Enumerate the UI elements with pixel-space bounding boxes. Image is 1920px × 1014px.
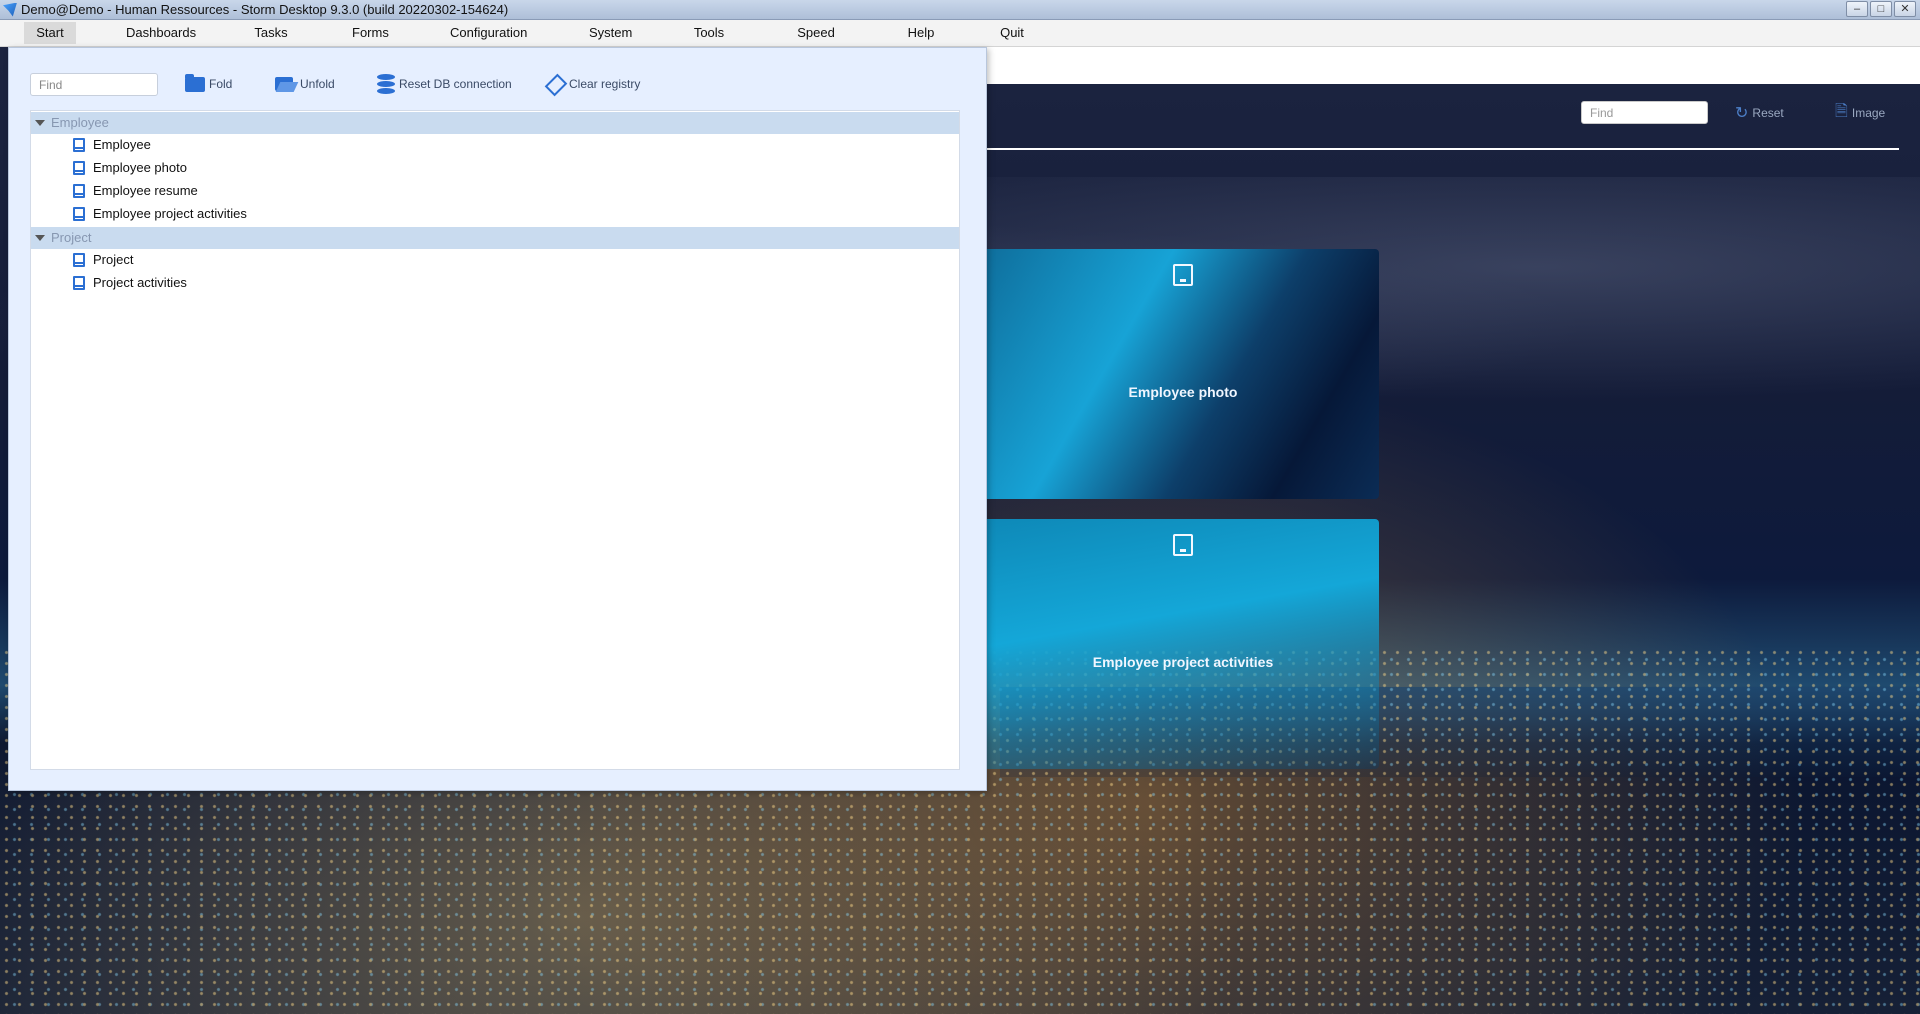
- main-reset-label: Reset: [1752, 106, 1784, 120]
- tree-item-employee-photo[interactable]: Employee photo: [73, 157, 187, 179]
- main-image-label: Image: [1851, 106, 1886, 120]
- tile-employee-project-activities[interactable]: Employee project activities: [987, 519, 1379, 769]
- menu-forms[interactable]: Forms: [348, 22, 392, 44]
- group-label: Project: [51, 230, 92, 245]
- tree-item-employee[interactable]: Employee: [73, 134, 151, 156]
- eraser-icon: [545, 77, 565, 91]
- tree-item-label: Project: [93, 252, 134, 267]
- tree-item-project[interactable]: Project: [73, 249, 133, 271]
- folder-icon: [185, 73, 205, 92]
- database-icon: [377, 74, 395, 94]
- fold-label: Fold: [209, 77, 233, 91]
- form-icon: [73, 138, 85, 152]
- main-reset-button[interactable]: ↻ Reset: [1735, 102, 1784, 124]
- maximize-button[interactable]: □: [1870, 1, 1892, 17]
- form-icon: [73, 253, 85, 267]
- fold-button[interactable]: Fold: [185, 73, 232, 95]
- window-titlebar: Demo@Demo - Human Ressources - Storm Des…: [0, 0, 1920, 20]
- menu-configuration[interactable]: Configuration: [446, 22, 528, 44]
- menu-start[interactable]: Start: [24, 22, 76, 44]
- unfold-label: Unfold: [300, 77, 335, 91]
- tree-item-label: Employee photo: [93, 160, 187, 175]
- form-icon: [73, 184, 85, 198]
- tree-item-label: Employee project activities: [93, 206, 247, 221]
- window-controls: – □ ✕: [1846, 1, 1916, 17]
- tile-label: Employee photo: [1128, 384, 1238, 400]
- form-tree: Employee Employee Employee photo Employe…: [30, 110, 960, 770]
- minimize-button[interactable]: –: [1846, 1, 1868, 17]
- tree-item-label: Employee: [93, 137, 151, 152]
- tree-item-employee-project-activities[interactable]: Employee project activities: [73, 203, 247, 225]
- tablet-icon: [1173, 264, 1193, 286]
- main-divider: [987, 148, 1899, 150]
- start-menu-panel: Find Fold Unfold Reset DB connection Cle…: [8, 47, 987, 791]
- unfold-button[interactable]: Unfold: [275, 73, 335, 95]
- app-icon: [3, 2, 17, 17]
- window-title: Demo@Demo - Human Ressources - Storm Des…: [21, 2, 509, 17]
- clear-registry-label: Clear registry: [569, 77, 641, 91]
- main-top-band: [987, 47, 1920, 84]
- form-icon: [73, 207, 85, 221]
- tree-item-employee-resume[interactable]: Employee resume: [73, 180, 198, 202]
- tree-item-label: Employee resume: [93, 183, 198, 198]
- tree-group-project[interactable]: Project: [31, 227, 959, 249]
- refresh-icon: ↻: [1735, 105, 1749, 122]
- reset-db-label: Reset DB connection: [399, 77, 512, 91]
- menu-speed-dial[interactable]: Speed dial: [785, 22, 847, 62]
- form-icon: [73, 161, 85, 175]
- menu-dashboards[interactable]: Dashboards: [122, 22, 196, 44]
- tablet-icon: [1173, 534, 1193, 556]
- menu-bar: Start Dashboards Tasks Forms Configurati…: [0, 20, 1920, 62]
- tile-label: Employee project activities: [1092, 654, 1274, 670]
- tree-item-label: Project activities: [93, 275, 187, 290]
- menu-quit[interactable]: Quit: [994, 22, 1030, 44]
- caret-down-icon[interactable]: [35, 120, 45, 126]
- main-image-button[interactable]: 🗎 Image: [1835, 102, 1885, 124]
- group-label: Employee: [51, 115, 109, 130]
- close-button[interactable]: ✕: [1894, 1, 1916, 17]
- reset-db-connection-button[interactable]: Reset DB connection: [377, 73, 512, 95]
- caret-down-icon[interactable]: [35, 235, 45, 241]
- tile-employee-photo[interactable]: Employee photo: [987, 249, 1379, 499]
- folder-open-icon: [275, 76, 296, 92]
- clear-registry-button[interactable]: Clear registry: [545, 73, 640, 95]
- menu-tools[interactable]: Tools: [688, 22, 730, 44]
- menu-system[interactable]: System: [585, 22, 633, 44]
- menu-tasks[interactable]: Tasks: [250, 22, 292, 44]
- form-icon: [73, 276, 85, 290]
- image-file-icon: 🗎: [1835, 102, 1848, 120]
- panel-search-input[interactable]: Find: [30, 73, 158, 96]
- menu-help[interactable]: Help: [902, 22, 940, 44]
- main-search-input[interactable]: Find: [1581, 101, 1708, 124]
- tree-item-project-activities[interactable]: Project activities: [73, 272, 187, 294]
- tree-group-employee[interactable]: Employee: [31, 112, 959, 134]
